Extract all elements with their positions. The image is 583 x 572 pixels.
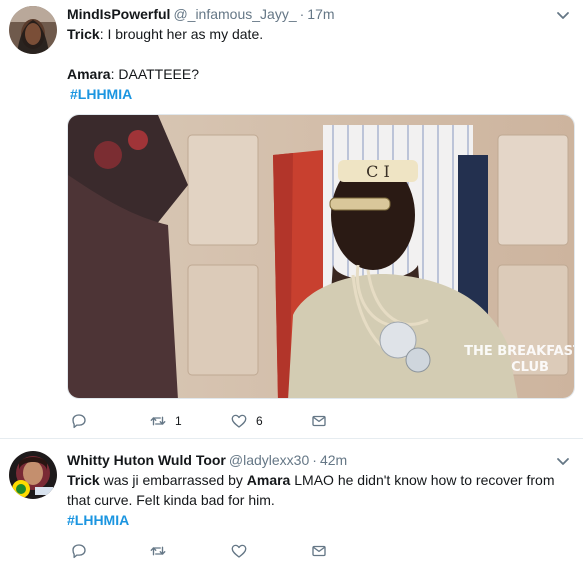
- speaker-name: Amara: [67, 66, 111, 82]
- avatar[interactable]: [9, 6, 57, 54]
- tweet-media-image[interactable]: C I THE BREAKFAST CLUB: [67, 114, 575, 399]
- message-button[interactable]: [310, 411, 328, 431]
- tweet[interactable]: MindIsPowerful @_infamous_Jayy_ · 17m Trick…: [0, 0, 583, 439]
- display-name[interactable]: Whitty Huton Wuld Toor: [67, 452, 226, 468]
- like-button[interactable]: [230, 541, 248, 561]
- retweet-button[interactable]: 1: [149, 411, 182, 431]
- separator-dot: ·: [299, 6, 305, 22]
- tweet-header: MindIsPowerful @_infamous_Jayy_ · 17m: [67, 5, 335, 23]
- hashtag-link[interactable]: #LHHMIA: [67, 512, 129, 528]
- message-button[interactable]: [310, 541, 328, 561]
- hashtag-link[interactable]: #LHHMIA: [70, 86, 132, 102]
- tweet-text: that curve. Felt kinda bad for him.: [67, 492, 275, 508]
- dialogue-text: : I brought her as my date.: [99, 26, 264, 42]
- envelope-icon: [312, 545, 326, 557]
- reply-button[interactable]: [70, 411, 88, 431]
- separator-dot: ·: [312, 452, 317, 468]
- dialogue-text: : DAATTEEE?: [110, 66, 200, 82]
- tweet-text-line: Trick: I brought her as my date.: [67, 24, 263, 44]
- timestamp[interactable]: 42m: [320, 452, 347, 468]
- watermark-text: THE BREAKFAST: [464, 344, 575, 359]
- retweet-count: 1: [175, 414, 182, 428]
- media-scene: C I THE BREAKFAST CLUB: [68, 115, 575, 398]
- tweet-text-line: Trick was ji embarrassed by Amara LMAO h…: [67, 470, 554, 490]
- like-count: 6: [256, 414, 263, 428]
- hashtag-line: #LHHMIA: [70, 84, 132, 104]
- tweet-text: LMAO he didn't know how to recover from: [290, 472, 555, 488]
- chevron-down-icon[interactable]: [555, 453, 571, 469]
- avatar-image: [9, 6, 57, 54]
- envelope-icon: [312, 415, 326, 427]
- timestamp[interactable]: 17m: [307, 6, 334, 22]
- retweet-button[interactable]: [149, 541, 167, 561]
- avatar-image: [9, 451, 57, 499]
- hashtag-line: #LHHMIA: [67, 510, 129, 530]
- retweet-icon: [150, 416, 166, 426]
- headband-text: C I: [366, 162, 390, 181]
- user-handle[interactable]: @ladylexx30: [229, 452, 309, 468]
- reply-icon: [72, 414, 86, 429]
- user-handle[interactable]: @_infamous_Jayy_: [173, 6, 296, 22]
- display-name[interactable]: MindIsPowerful: [67, 6, 170, 22]
- speaker-name: Amara: [246, 472, 291, 488]
- like-button[interactable]: 6: [230, 411, 263, 431]
- tweet-header: Whitty Huton Wuld Toor @ladylexx30 · 42m: [67, 451, 347, 469]
- tweet-text: was ji embarrassed by: [99, 472, 247, 488]
- heart-icon: [231, 414, 247, 428]
- tweet-text-line: that curve. Felt kinda bad for him.: [67, 490, 275, 510]
- speaker-name: Trick: [67, 26, 100, 42]
- reply-icon: [72, 544, 86, 559]
- avatar[interactable]: [9, 451, 57, 499]
- chevron-down-icon[interactable]: [555, 7, 571, 23]
- reply-button[interactable]: [70, 541, 88, 561]
- tweet-text-line: Amara: DAATTEEE?: [67, 64, 199, 84]
- speaker-name: Trick: [67, 472, 100, 488]
- watermark-text: CLUB: [511, 360, 549, 375]
- retweet-icon: [150, 546, 166, 556]
- heart-icon: [231, 544, 247, 558]
